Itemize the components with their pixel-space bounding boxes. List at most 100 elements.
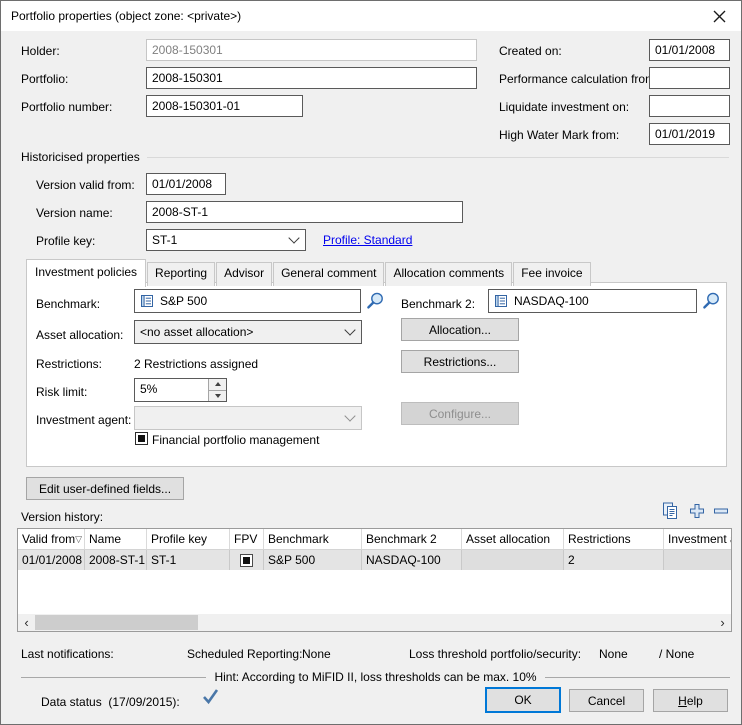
- configure-button: Configure...: [401, 402, 519, 425]
- profile-key-label: Profile key:: [36, 234, 95, 248]
- triangle-up-icon: [215, 382, 221, 386]
- portfolio-field[interactable]: 2008-150301: [146, 67, 477, 89]
- cell-benchmark2: NASDAQ-100: [362, 550, 462, 570]
- data-status-label: Data status (17/09/2015):: [41, 695, 180, 709]
- allocation-button[interactable]: Allocation...: [401, 318, 519, 341]
- help-button[interactable]: Help: [653, 689, 728, 712]
- checkbox-filled-mark: [243, 557, 250, 564]
- check-icon: [201, 688, 220, 705]
- minus-icon: [711, 501, 731, 521]
- benchmark-item-icon: [140, 294, 154, 308]
- liquidate-on-label: Liquidate investment on:: [499, 100, 629, 114]
- portfolio-properties-dialog: Portfolio properties (object zone: <priv…: [0, 0, 742, 725]
- cell-investment-agent: [664, 550, 731, 570]
- benchmark-search-button[interactable]: [365, 291, 385, 311]
- version-valid-from-label: Version valid from:: [36, 178, 135, 192]
- profile-standard-link[interactable]: Profile: Standard: [323, 233, 412, 247]
- created-on-field[interactable]: 01/01/2008: [649, 39, 730, 61]
- financial-portfolio-management-checkbox[interactable]: [135, 432, 148, 445]
- high-water-mark-field[interactable]: 01/01/2019: [649, 123, 730, 145]
- column-header-asset-allocation[interactable]: Asset allocation: [462, 529, 564, 549]
- asset-allocation-select[interactable]: <no asset allocation>: [134, 320, 362, 344]
- cell-name: 2008-ST-1: [85, 550, 147, 570]
- cell-valid-from: 01/01/2008: [18, 550, 85, 570]
- column-header-valid-from[interactable]: Valid from ▽: [18, 529, 85, 549]
- ok-button[interactable]: OK: [485, 687, 561, 713]
- search-icon: [365, 291, 385, 311]
- investment-agent-select: [134, 406, 362, 430]
- benchmark-field[interactable]: S&P 500: [134, 289, 361, 313]
- column-header-restrictions[interactable]: Restrictions: [564, 529, 664, 549]
- tab-advisor[interactable]: Advisor: [216, 262, 272, 286]
- column-header-benchmark[interactable]: Benchmark: [264, 529, 362, 549]
- copy-version-button[interactable]: [660, 501, 680, 521]
- tab-general-comment[interactable]: General comment: [273, 262, 384, 286]
- scrollbar-track[interactable]: [35, 614, 714, 631]
- version-history-table: Valid from ▽ Name Profile key FPV Benchm…: [17, 528, 732, 632]
- add-version-button[interactable]: [687, 501, 707, 521]
- scheduled-reporting-label: Scheduled Reporting:: [187, 647, 302, 661]
- portfolio-number-field[interactable]: 2008-150301-01: [146, 95, 303, 117]
- column-header-name[interactable]: Name: [85, 529, 147, 549]
- benchmark2-value: NASDAQ-100: [514, 294, 589, 308]
- search-icon: [701, 291, 721, 311]
- scrollbar-thumb[interactable]: [35, 615, 198, 630]
- scroll-left-arrow[interactable]: ‹: [18, 615, 35, 630]
- restrictions-button[interactable]: Restrictions...: [401, 350, 519, 373]
- plus-icon: [687, 501, 707, 521]
- table-row[interactable]: 01/01/2008 2008-ST-1 ST-1 S&P 500 NASDAQ…: [18, 550, 731, 570]
- version-name-label: Version name:: [36, 206, 113, 220]
- performance-from-field[interactable]: [649, 67, 730, 89]
- liquidate-on-field[interactable]: [649, 95, 730, 117]
- tab-allocation-comments[interactable]: Allocation comments: [385, 262, 512, 286]
- tab-reporting[interactable]: Reporting: [147, 262, 215, 286]
- performance-from-label: Performance calculation from:: [499, 72, 658, 86]
- benchmark2-search-button[interactable]: [701, 291, 721, 311]
- hint-text: Hint: According to MiFID II, loss thresh…: [214, 670, 536, 684]
- remove-version-button[interactable]: [711, 501, 731, 521]
- spin-up-button[interactable]: [209, 379, 226, 391]
- cell-benchmark: S&P 500: [264, 550, 362, 570]
- column-header-profile-key[interactable]: Profile key: [147, 529, 230, 549]
- column-header-fpv[interactable]: FPV: [230, 529, 264, 549]
- scroll-right-arrow[interactable]: ›: [714, 615, 731, 630]
- scheduled-reporting-value: None: [302, 647, 331, 661]
- titlebar: Portfolio properties (object zone: <priv…: [1, 1, 741, 31]
- created-on-label: Created on:: [499, 44, 562, 58]
- version-name-field[interactable]: 2008-ST-1: [146, 201, 463, 223]
- close-button[interactable]: [705, 5, 733, 27]
- benchmark-item-icon: [494, 294, 508, 308]
- version-history-label: Version history:: [21, 510, 103, 524]
- tab-investment-policies[interactable]: Investment policies: [26, 259, 146, 287]
- hint-row: Hint: According to MiFID II, loss thresh…: [21, 670, 730, 684]
- spin-down-button[interactable]: [209, 391, 226, 402]
- table-header: Valid from ▽ Name Profile key FPV Benchm…: [18, 529, 731, 550]
- risk-limit-spinner[interactable]: 5%: [134, 378, 227, 402]
- cancel-button[interactable]: Cancel: [569, 689, 644, 712]
- tab-strip: Investment policies Reporting Advisor Ge…: [26, 259, 592, 286]
- horizontal-scrollbar[interactable]: ‹ ›: [18, 614, 731, 631]
- benchmark2-label: Benchmark 2:: [401, 297, 475, 311]
- historicised-properties-title: Historicised properties: [21, 150, 140, 164]
- profile-key-select[interactable]: ST-1: [146, 229, 306, 251]
- portfolio-label: Portfolio:: [21, 72, 68, 86]
- tab-fee-invoice[interactable]: Fee invoice: [513, 262, 590, 286]
- benchmark-value: S&P 500: [160, 294, 207, 308]
- checkbox-filled-mark: [138, 435, 145, 442]
- loss-threshold-label: Loss threshold portfolio/security:: [409, 647, 581, 661]
- edit-user-defined-fields-button[interactable]: Edit user-defined fields...: [26, 477, 184, 500]
- copy-icon: [660, 501, 680, 521]
- chevron-down-icon: [344, 324, 355, 335]
- hint-divider-right: [545, 677, 730, 678]
- column-header-benchmark2[interactable]: Benchmark 2: [362, 529, 462, 549]
- restrictions-value: 2 Restrictions assigned: [134, 357, 258, 371]
- last-notifications-label: Last notifications:: [21, 647, 114, 661]
- cell-fpv: [230, 550, 264, 570]
- version-valid-from-field[interactable]: 01/01/2008: [146, 173, 226, 195]
- group-divider: [147, 157, 729, 158]
- loss-threshold-value: None: [599, 647, 628, 661]
- historicised-properties-header: Historicised properties: [21, 150, 729, 164]
- column-header-investment-agent[interactable]: Investment agent: [664, 529, 731, 549]
- benchmark2-field[interactable]: NASDAQ-100: [488, 289, 697, 313]
- sort-descending-icon: ▽: [75, 534, 82, 545]
